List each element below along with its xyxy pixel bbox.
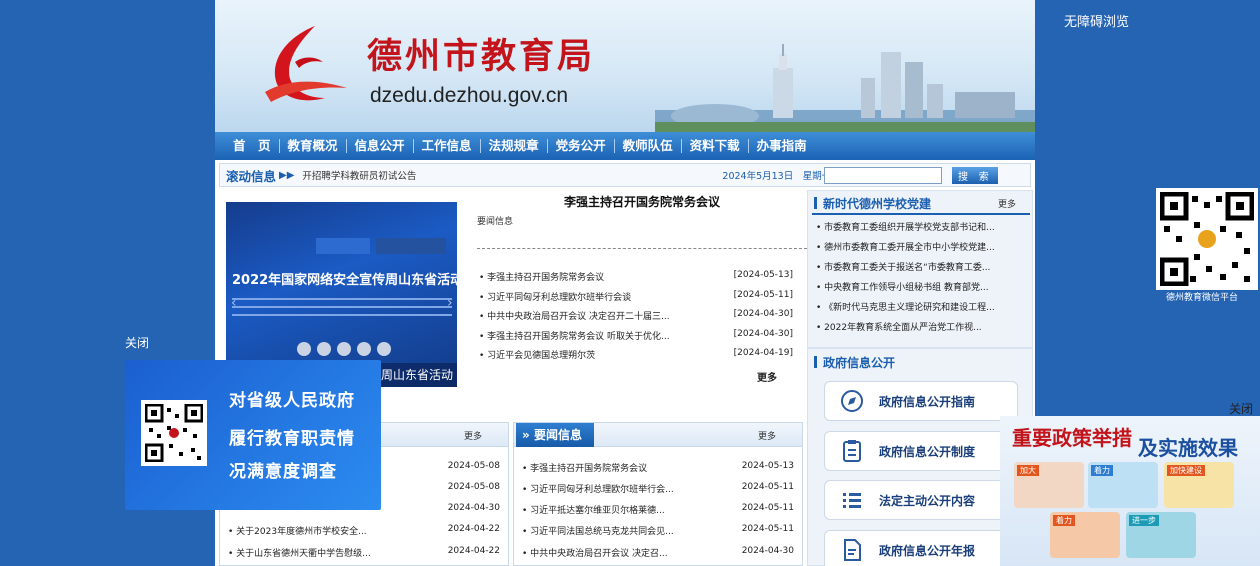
policy-card[interactable]: 着力 <box>1050 512 1120 558</box>
qr-code-icon <box>144 403 204 463</box>
current-date: 2024年5月13日 星期一 <box>722 171 832 182</box>
city-skyline-image <box>655 44 1035 132</box>
gov-annual-report-button[interactable]: 政府信息公开年报 <box>824 530 1018 566</box>
survey-qr-code <box>141 400 207 466</box>
news-item[interactable]: • 习近平会见德国总理朔尔茨 [2024-04-19] <box>479 348 793 361</box>
ticker-text[interactable]: 开招聘学科教研员初试公告 <box>302 168 722 182</box>
more-link[interactable]: 更多 <box>464 429 482 442</box>
survey-text-line: 对省级人民政府 <box>229 391 355 411</box>
list-item[interactable]: • 习近平抵达塞尔维亚贝尔格莱德... 2024-05-11 <box>522 503 794 516</box>
nav-home[interactable]: 首 页 <box>225 132 279 160</box>
double-arrow-icon: ▶▶ <box>279 169 295 181</box>
close-right-float-button[interactable]: 关闭 <box>1229 400 1253 417</box>
policy-title-2: 及实施效果 <box>1138 436 1238 460</box>
news-item[interactable]: • 习近平同匈牙利总理欧尔班举行会谈 [2024-05-11] <box>479 290 793 303</box>
nav-teachers[interactable]: 教师队伍 <box>615 132 681 160</box>
bureau-logo[interactable] <box>255 22 355 106</box>
nav-info-disclosure[interactable]: 信息公开 <box>347 132 413 160</box>
party-building-panel: 新时代德州学校党建 更多 • 市委教育工委组织开展学校党支部书记和... • 德… <box>807 190 1033 348</box>
list-item[interactable]: • 中共中央政治局召开会议 决定召... 2024-04-30 <box>522 546 794 559</box>
list-item[interactable]: • 市委教育工委关于报送名“市委教育工委... <box>816 260 1026 273</box>
list-item[interactable]: • 关于山东省德州天衢中学告慰级... 2024-04-22 <box>228 546 500 559</box>
panel-title: 政府信息公开 <box>814 354 895 371</box>
nav-party-affairs[interactable]: 党务公开 <box>548 132 614 160</box>
slide-dot[interactable] <box>297 342 311 356</box>
headline-category: 要闻信息 <box>477 217 514 227</box>
list-item[interactable]: • 2022年教育系统全面从严治党工作视... <box>816 320 1026 333</box>
slide-caption: 2022年国家网络安全宣传周山东省活动 <box>232 273 457 288</box>
policy-card[interactable]: 着力 <box>1088 462 1158 508</box>
policy-card[interactable]: 加快建设 <box>1164 462 1234 508</box>
policy-title: 重要政策举措 <box>1012 426 1132 450</box>
scrolling-news-bar: 滚动信息 ▶▶ 开招聘学科教研员初试公告 2024年5月13日 星期一 搜 索 <box>219 163 1031 187</box>
report-icon <box>844 539 861 561</box>
list-item[interactable]: • 市委教育工委组织开展学校党支部书记和... <box>816 220 1026 233</box>
list-item[interactable]: • 中央教育工作领导小组秘书组 教育部党... <box>816 280 1026 293</box>
news-item[interactable]: • 李强主持召开国务院常务会议 听取关于优化... [2024-04-30] <box>479 329 793 342</box>
nav-work-info[interactable]: 工作信息 <box>414 132 480 160</box>
slide-dot[interactable] <box>317 342 331 356</box>
policy-card[interactable]: 加大 <box>1014 462 1084 508</box>
compass-icon <box>841 390 863 412</box>
gov-guide-button[interactable]: 政府信息公开指南 <box>824 381 1018 421</box>
site-domain: dzedu.dezhou.gov.cn <box>370 84 569 107</box>
important-news-panel: » 要闻信息 更多 • 李强主持召开国务院常务会议 2024-05-13 • 习近… <box>513 422 803 566</box>
search-input[interactable] <box>824 166 943 184</box>
news-item[interactable]: • 中共中央政治局召开会议 决定召开二十届三... [2024-04-30] <box>479 309 793 322</box>
qr-code-icon <box>1159 191 1255 287</box>
clipboard-icon <box>843 440 861 462</box>
slide-dot[interactable] <box>357 342 371 356</box>
site-title: 德州市教育局 <box>367 36 596 77</box>
list-item[interactable]: • 关于2023年度德州市学校安全... 2024-04-22 <box>228 524 500 537</box>
search-button[interactable]: 搜 索 <box>952 166 999 184</box>
nav-regulations[interactable]: 法规规章 <box>481 132 547 160</box>
headline-title[interactable]: 李强主持召开国务院常务会议 <box>477 193 807 210</box>
double-arrow-icon: » <box>522 428 534 442</box>
close-left-float-button[interactable]: 关闭 <box>125 334 149 351</box>
qr-code-label: 德州教育微信平台 <box>1166 293 1239 303</box>
slide-dot[interactable] <box>377 342 391 356</box>
survey-float-banner[interactable]: 对省级人民政府 履行教育职责情 况满意度调查 <box>125 360 381 510</box>
wechat-qr-code <box>1156 188 1258 290</box>
gov-system-button[interactable]: 政府信息公开制度 <box>824 431 1018 471</box>
nav-overview[interactable]: 教育概况 <box>280 132 346 160</box>
survey-text-line: 履行教育职责情 <box>229 429 355 449</box>
accessibility-link[interactable]: 无障碍浏览 <box>1064 11 1129 30</box>
nav-downloads[interactable]: 资料下载 <box>682 132 748 160</box>
divider <box>812 213 1030 215</box>
divider <box>477 248 807 249</box>
panel-title: 新时代德州学校党建 <box>814 195 931 212</box>
tab-important-news[interactable]: » 要闻信息 <box>516 423 594 447</box>
list-item[interactable]: • 《新时代马克思主义理论研究和建设工程... <box>816 300 1026 313</box>
ticker-title: 滚动信息 <box>226 168 277 184</box>
header-banner: 德州市教育局 dzedu.dezhou.gov.cn <box>215 0 1035 132</box>
policy-card[interactable]: 进一步 <box>1126 512 1196 558</box>
slide-next-icon[interactable]: › <box>447 295 453 311</box>
list-item[interactable]: • 德州市委教育工委开展全市中小学校党建... <box>816 240 1026 253</box>
gov-content-button[interactable]: 法定主动公开内容 <box>824 480 1018 520</box>
news-item[interactable]: • 李强主持召开国务院常务会议 [2024-05-13] <box>479 270 793 283</box>
survey-text-line: 况满意度调查 <box>229 462 337 482</box>
more-link[interactable]: 更多 <box>758 429 776 442</box>
nav-service-guide[interactable]: 办事指南 <box>749 132 815 160</box>
list-item[interactable]: • 李强主持召开国务院常务会议 2024-05-13 <box>522 461 794 474</box>
list-item[interactable]: • 习近平同匈牙利总理欧尔班举行会... 2024-05-11 <box>522 482 794 495</box>
list-item[interactable]: • 习近平同法国总统马克龙共同会见... 2024-05-11 <box>522 524 794 537</box>
more-link[interactable]: 更多 <box>757 369 777 384</box>
slide-dot[interactable] <box>337 342 351 356</box>
policy-float-banner[interactable]: 重要政策举措 及实施效果 加大 着力 加快建设 着力 进一步 <box>1000 416 1260 566</box>
more-link[interactable]: 更多 <box>998 197 1016 210</box>
panel-header: » 要闻信息 更多 <box>514 423 802 447</box>
list-icon <box>843 493 861 508</box>
slide-prev-icon[interactable]: ‹ <box>231 295 237 311</box>
main-nav: 首 页 教育概况 信息公开 工作信息 法规规章 党务公开 教师队伍 资料下载 办… <box>215 132 1035 160</box>
